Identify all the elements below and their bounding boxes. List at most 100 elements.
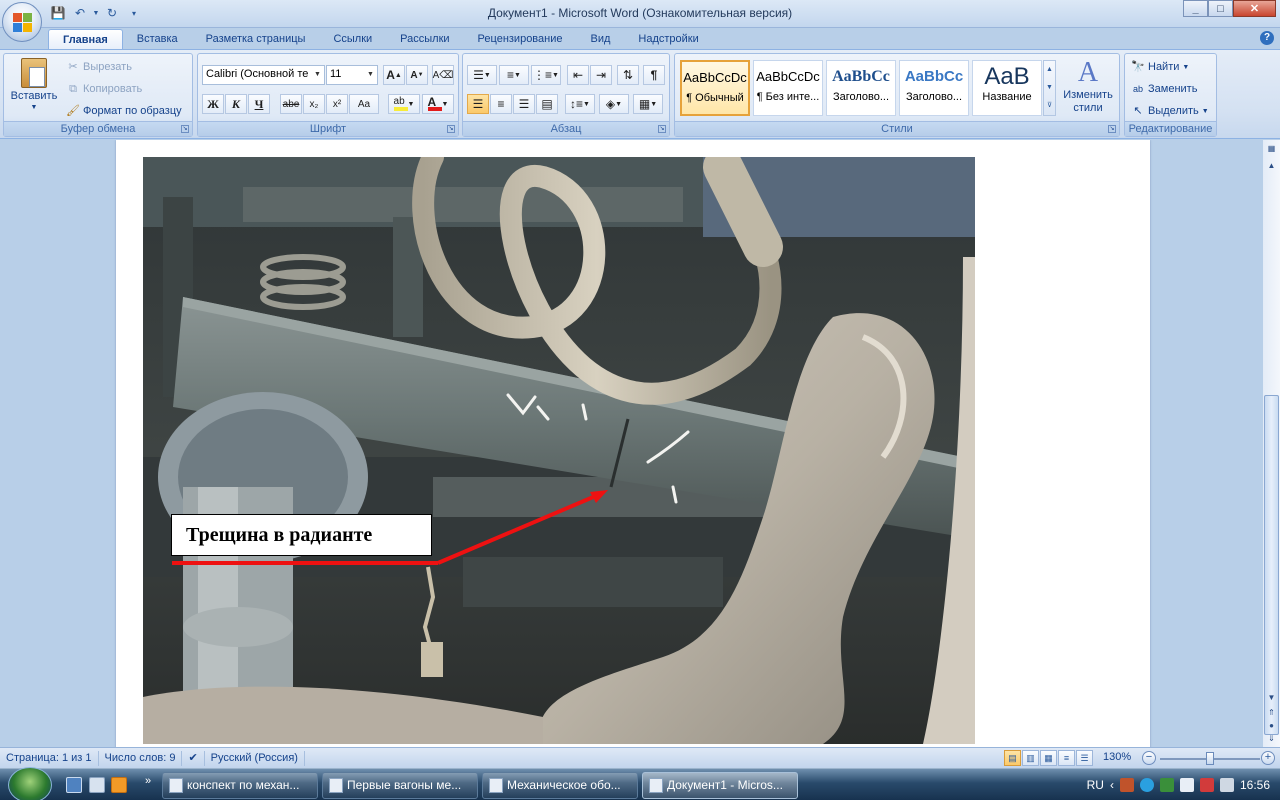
paste-button[interactable]: Вставить ▼ [8,58,60,111]
next-page-icon[interactable]: ⇓ [1264,731,1279,746]
taskbar-item[interactable]: Первые вагоны ме... [322,772,478,799]
outline-view-icon[interactable]: ≡ [1058,750,1075,766]
security-icon[interactable] [1159,778,1174,792]
show-marks-button[interactable]: ¶ [643,65,665,85]
full-screen-reading-icon[interactable]: ▥ [1022,750,1039,766]
antivirus-icon[interactable] [1119,778,1134,792]
zoom-in-icon[interactable]: + [1261,751,1275,765]
font-launcher-icon[interactable]: ↘ [447,125,455,133]
scroll-up-icon[interactable]: ▲ [1264,158,1279,173]
tab-insert[interactable]: Вставка [123,29,192,50]
clock[interactable]: 16:56 [1240,778,1270,792]
multilevel-list-button[interactable]: ⋮≡ ▼ [531,65,561,85]
cut-button[interactable]: ✂ Вырезать [66,60,132,74]
align-right-button[interactable]: ☰ [513,94,535,114]
minimize-button[interactable]: _ [1183,0,1208,17]
word-count[interactable]: Число слов: 9 [99,750,183,766]
shading-button[interactable]: ◈ ▼ [599,94,629,114]
zoom-out-icon[interactable]: − [1142,751,1156,765]
bullets-button[interactable]: ☰ ▼ [467,65,497,85]
tab-mailings[interactable]: Рассылки [386,29,463,50]
web-layout-icon[interactable]: ▦ [1040,750,1057,766]
media-player-icon[interactable] [111,777,127,793]
zoom-slider-thumb[interactable] [1206,752,1214,765]
style-title[interactable]: AaB Название [972,60,1042,116]
close-button[interactable]: ✕ [1233,0,1276,17]
subscript-button[interactable]: x₂ [303,94,325,114]
tray-expand-icon[interactable]: ‹ [1110,778,1114,792]
strikethrough-button[interactable]: abe [280,94,302,114]
skype-icon[interactable] [1139,778,1154,792]
vertical-scrollbar[interactable]: ▦ ▲ ▼ ⇑ ● ⇓ [1263,140,1280,747]
tab-review[interactable]: Рецензирование [464,29,577,50]
alert-icon[interactable] [1199,778,1214,792]
page-indicator[interactable]: Страница: 1 из 1 [0,750,99,766]
tab-addins[interactable]: Надстройки [624,29,712,50]
decrease-indent-button[interactable]: ⇤ [567,65,589,85]
callout-box[interactable]: Трещина в радианте [171,514,432,556]
increase-indent-button[interactable]: ⇥ [590,65,612,85]
align-center-button[interactable]: ≡ [490,94,512,114]
style-heading-2[interactable]: AaBbCc Заголово... [899,60,969,116]
sort-button[interactable]: ⇅ [617,65,639,85]
taskbar-item[interactable]: Механическое обо... [482,772,638,799]
language-indicator[interactable]: Русский (Россия) [205,750,305,766]
styles-scroll[interactable]: ▲ ▼ ⊽ [1043,60,1056,116]
tab-references[interactable]: Ссылки [319,29,386,50]
clear-formatting-button[interactable]: A⌫ [432,65,454,85]
scroll-down-icon[interactable]: ▼ [1264,690,1279,705]
font-name-combo[interactable]: Calibri (Основной те ▼ [202,65,325,85]
clipboard-launcher-icon[interactable]: ↘ [181,125,189,133]
shrink-font-button[interactable]: A ▼ [406,65,428,85]
ruler-toggle-icon[interactable]: ▦ [1264,141,1279,156]
show-desktop-icon[interactable] [66,777,82,793]
replace-button[interactable]: ab Заменить [1131,82,1197,96]
scroll-thumb[interactable] [1264,395,1279,735]
zoom-level[interactable]: 130% [1103,751,1131,763]
change-styles-button[interactable]: A Изменить стили [1059,58,1117,115]
maximize-button[interactable]: □ [1208,0,1233,17]
office-button[interactable] [2,2,42,42]
align-left-button[interactable]: ☰ [467,94,489,114]
underline-button[interactable]: Ч [248,94,270,114]
grow-font-button[interactable]: A ▲ [383,65,405,85]
tab-page-layout[interactable]: Разметка страницы [192,29,320,50]
editing-group: 🔭 Найти ▼ ab Заменить ↖ Выделить ▼ Редактиров… [1124,53,1217,137]
copy-button[interactable]: ⧉ Копировать [66,82,142,96]
superscript-button[interactable]: x² [326,94,348,114]
quick-launch-overflow-icon[interactable]: » [145,775,151,787]
find-button[interactable]: 🔭 Найти ▼ [1131,60,1189,74]
draft-view-icon[interactable]: ☰ [1076,750,1093,766]
styles-launcher-icon[interactable]: ↘ [1108,125,1116,133]
volume-icon[interactable] [1219,778,1234,792]
help-icon[interactable]: ? [1260,31,1274,45]
start-button[interactable] [8,767,52,800]
document-photo[interactable] [143,157,975,744]
paragraph-launcher-icon[interactable]: ↘ [658,125,666,133]
tab-home[interactable]: Главная [48,29,123,50]
borders-button[interactable]: ▦ ▼ [633,94,663,114]
bold-button[interactable]: Ж [202,94,224,114]
taskbar-item[interactable]: конспект по механ... [162,772,318,799]
style-no-spacing[interactable]: AaBbCcDc ¶ Без инте... [753,60,823,116]
style-heading-1[interactable]: AaBbCc Заголово... [826,60,896,116]
print-layout-view-icon[interactable]: ▤ [1004,750,1021,766]
format-painter-button[interactable]: 🖌 Формат по образцу [66,104,182,118]
justify-button[interactable]: ▤ [536,94,558,114]
numbering-button[interactable]: ≡ ▼ [499,65,529,85]
proofing-status[interactable]: ✔ [182,750,205,766]
style-normal[interactable]: AaBbCcDc ¶ Обычный [680,60,750,116]
taskbar-item-active[interactable]: Документ1 - Micros... [642,772,798,799]
network-icon[interactable] [1179,778,1194,792]
line-spacing-button[interactable]: ↕≡ ▼ [565,94,595,114]
change-case-button[interactable]: Aa [349,94,379,114]
explorer-icon[interactable] [89,777,105,793]
tab-view[interactable]: Вид [577,29,625,50]
copy-icon: ⧉ [69,83,77,95]
select-button[interactable]: ↖ Выделить ▼ [1131,104,1208,118]
font-color-button[interactable]: A ▼ [422,94,454,114]
highlight-button[interactable]: ab ▼ [388,94,420,114]
italic-button[interactable]: К [225,94,247,114]
font-size-combo[interactable]: 11 ▼ [326,65,378,85]
language-indicator[interactable]: RU [1087,778,1104,792]
